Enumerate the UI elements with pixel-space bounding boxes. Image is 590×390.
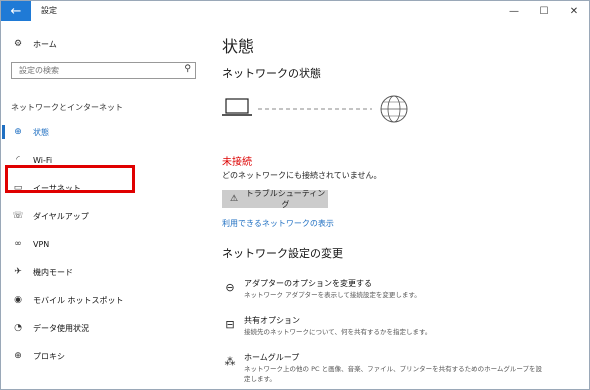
gear-icon: ⚙ <box>13 39 23 49</box>
minimize-icon: — <box>509 5 519 17</box>
sidebar-item-proxy[interactable]: ⊕ プロキシ <box>11 347 65 365</box>
search-icon[interactable]: ⚲ <box>184 64 191 74</box>
connection-status-description: どのネットワークにも接続されていません。 <box>222 171 382 180</box>
network-diagram <box>222 95 408 123</box>
homegroup-item[interactable]: ⁂ ホームグループ ネットワーク上の他の PC と画像、音楽、ファイル、プリンタ… <box>222 352 582 383</box>
option-description: ネットワーク アダプターを表示して接続設定を変更します。 <box>244 291 421 299</box>
minimize-button[interactable]: — <box>499 1 529 21</box>
dialup-icon: ☏ <box>12 211 24 221</box>
active-indicator <box>2 125 5 139</box>
sidebar-item-dialup[interactable]: ☏ ダイヤルアップ <box>11 207 89 225</box>
sidebar-section-title: ネットワークとインターネット <box>11 103 123 112</box>
option-title: 共有オプション <box>244 316 300 325</box>
option-title: ホームグループ <box>244 353 300 362</box>
data-usage-icon: ◔ <box>14 323 22 333</box>
main-content: 状態 ネットワークの状態 未接続 どのネットワークにも接続されていません。 ⚠ … <box>206 21 589 390</box>
search-box[interactable]: ⚲ <box>11 62 196 79</box>
sidebar-home[interactable]: ⚙ ホーム <box>11 35 57 53</box>
hotspot-icon: ◉ <box>14 295 22 305</box>
network-status-heading: ネットワークの状態 <box>222 67 321 80</box>
available-networks-link[interactable]: 利用できるネットワークの表示 <box>222 218 334 229</box>
maximize-icon: ☐ <box>539 5 549 17</box>
sidebar-item-label: 機内モード <box>33 267 73 277</box>
close-button[interactable]: ✕ <box>559 1 589 21</box>
search-input[interactable] <box>19 66 179 75</box>
sidebar-item-label: VPN <box>33 239 50 249</box>
internet-globe-icon <box>380 95 408 123</box>
wifi-highlight-box <box>5 165 135 193</box>
troubleshoot-label: トラブルシューティング <box>245 189 326 209</box>
sidebar-item-data-usage[interactable]: ◔ データ使用状況 <box>11 319 89 337</box>
sidebar-item-label: 状態 <box>33 127 49 137</box>
homegroup-icon: ⁂ <box>224 354 236 368</box>
sidebar-item-label: モバイル ホットスポット <box>33 295 124 305</box>
settings-window: ← 設定 — ☐ ✕ ⚙ ホーム ⚲ ネットワークとインターネット ⊕ 状態 ◜… <box>0 0 590 390</box>
close-icon: ✕ <box>569 5 579 17</box>
title-bar: ← 設定 — ☐ ✕ <box>1 1 589 21</box>
sidebar-item-hotspot[interactable]: ◉ モバイル ホットスポット <box>11 291 124 309</box>
adapter-icon: ⊖ <box>225 280 235 294</box>
back-arrow-icon: ← <box>10 3 22 19</box>
sidebar-item-label: プロキシ <box>33 351 65 361</box>
sidebar-item-label: ダイヤルアップ <box>33 211 89 221</box>
vpn-icon: ∞ <box>14 239 22 249</box>
option-description: ネットワーク上の他の PC と画像、音楽、ファイル、プリンターを共有するためのホ… <box>244 365 543 383</box>
connection-status: 未接続 <box>222 157 252 168</box>
window-title: 設定 <box>41 6 57 15</box>
sidebar-item-status[interactable]: ⊕ 状態 <box>11 123 49 141</box>
laptop-icon <box>222 98 252 116</box>
globe-icon: ⊕ <box>14 351 22 361</box>
sidebar-item-label: Wi-Fi <box>33 155 53 165</box>
sharing-options-item[interactable]: ⊟ 共有オプション 接続先のネットワークについて、何を共有するかを指定します。 <box>222 315 582 345</box>
back-button[interactable]: ← <box>1 1 31 21</box>
sidebar-item-airplane[interactable]: ✈ 機内モード <box>11 263 73 281</box>
sidebar-item-vpn[interactable]: ∞ VPN <box>11 235 49 253</box>
adapter-options-item[interactable]: ⊖ アダプターのオプションを変更する ネットワーク アダプターを表示して接続設定… <box>222 278 582 308</box>
sharing-icon: ⊟ <box>225 317 235 331</box>
option-title: アダプターのオプションを変更する <box>244 279 372 288</box>
option-description: 接続先のネットワークについて、何を共有するかを指定します。 <box>244 328 432 336</box>
airplane-icon: ✈ <box>14 267 22 277</box>
globe-status-icon: ⊕ <box>14 127 22 137</box>
troubleshoot-button[interactable]: ⚠ トラブルシューティング <box>222 189 328 209</box>
sidebar: ⚙ ホーム ⚲ ネットワークとインターネット ⊕ 状態 ◜ Wi-Fi ▭ イー… <box>1 21 206 390</box>
sidebar-home-label: ホーム <box>33 39 57 49</box>
warning-icon: ⚠ <box>230 194 239 204</box>
maximize-button[interactable]: ☐ <box>529 1 559 21</box>
page-title: 状態 <box>222 37 255 56</box>
change-settings-heading: ネットワーク設定の変更 <box>222 247 343 260</box>
sidebar-item-label: データ使用状況 <box>33 323 89 333</box>
